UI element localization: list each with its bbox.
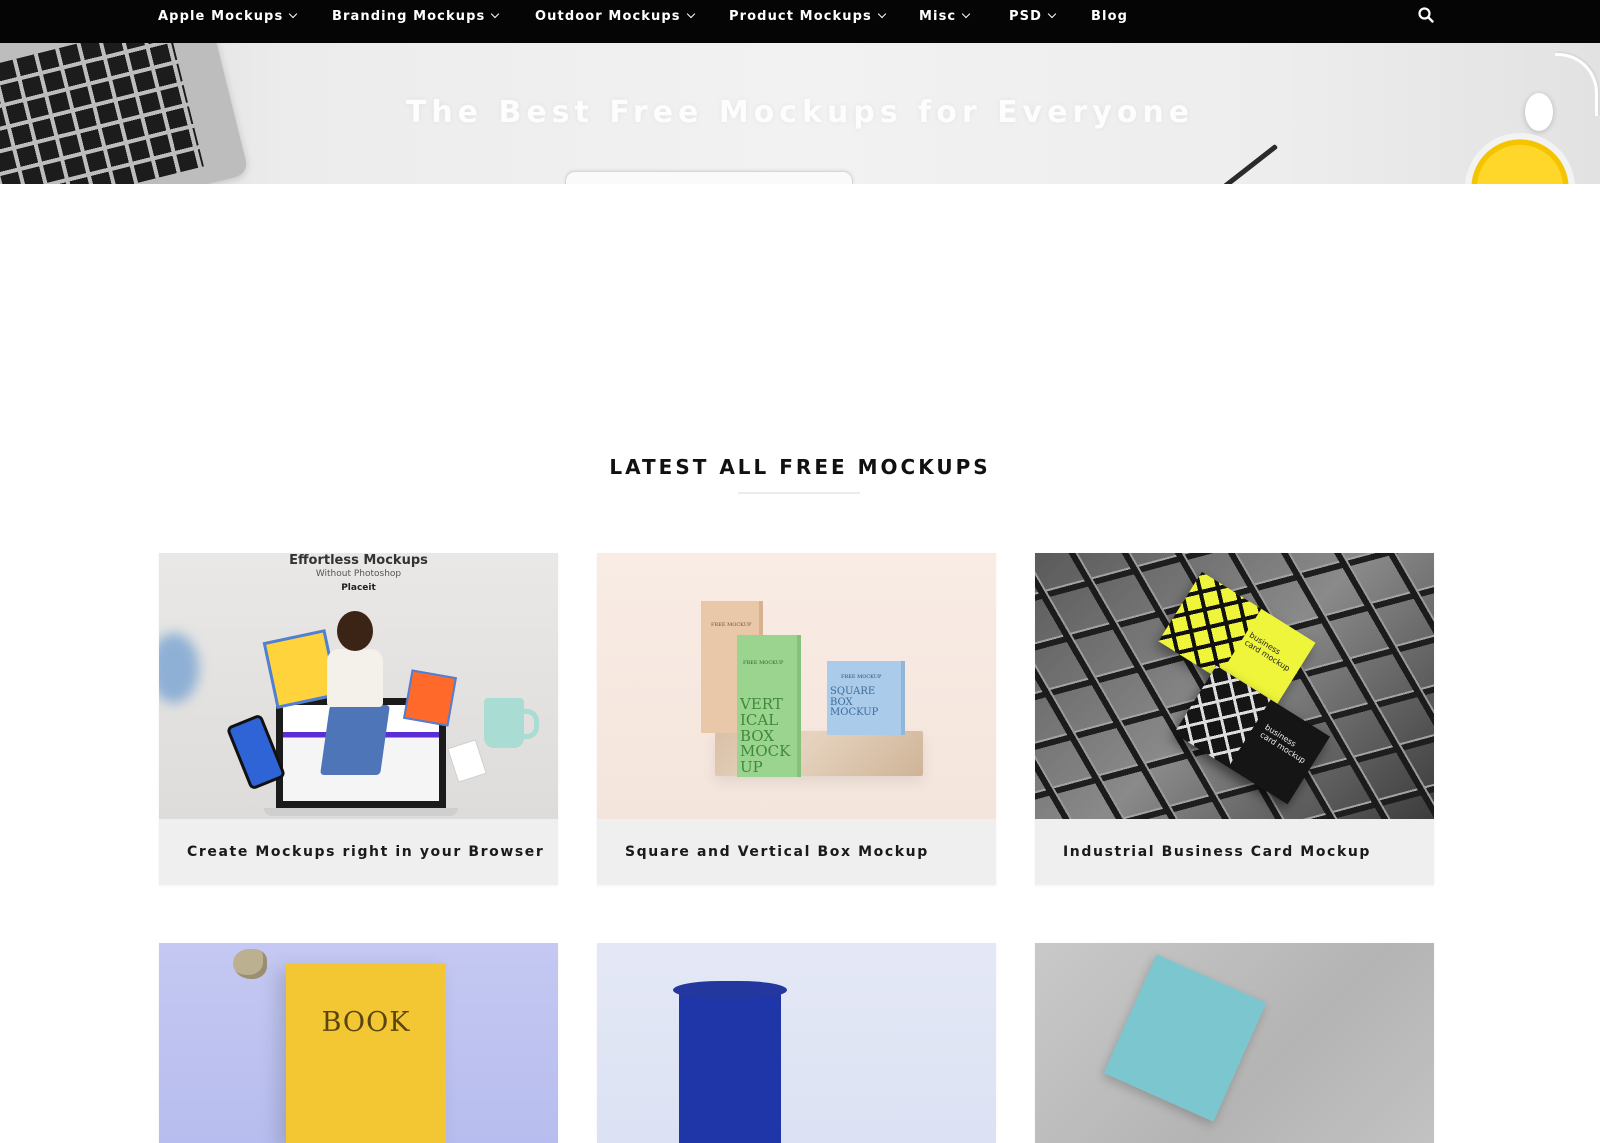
nav-item-label: Outdoor Mockups: [535, 8, 681, 24]
card-thumbnail[interactable]: Effortless Mockups Without Photoshop Pla…: [159, 553, 558, 819]
decor-blob: [159, 633, 199, 703]
mockup-card[interactable]: business card mockup business card mocku…: [1035, 553, 1434, 885]
card-text: business card mockup: [1258, 722, 1308, 766]
section-heading: LATEST ALL FREE MOCKUPS: [609, 455, 991, 479]
hero-title: The Best Free Mockups for Everyone: [405, 95, 1195, 130]
card-thumbnail[interactable]: [1035, 943, 1434, 1143]
nav-item-psd[interactable]: PSD: [1009, 6, 1057, 26]
nav-item-label: PSD: [1009, 8, 1042, 24]
person-image: [319, 611, 391, 801]
mockup-card[interactable]: BOOK: [159, 943, 558, 1143]
box-image: FREE MOCKUP SQUARE BOX MOCKUP: [827, 661, 901, 735]
mockup-card[interactable]: [597, 943, 996, 1143]
box-label: FREE MOCKUP: [841, 674, 882, 680]
chevron-down-icon: [289, 9, 298, 19]
card-text: business card mockup: [1243, 630, 1292, 673]
chevron-down-icon: [491, 9, 500, 19]
chevron-down-icon: [1047, 9, 1057, 19]
card-thumbnail[interactable]: [597, 943, 996, 1143]
top-navigation-bar: Apple Mockups Branding Mockups Outdoor M…: [0, 0, 1600, 43]
nav-item-label: Branding Mockups: [332, 8, 486, 24]
nav-item-outdoor-mockups[interactable]: Outdoor Mockups: [535, 6, 695, 26]
card-title[interactable]: Square and Vertical Box Mockup: [597, 819, 996, 885]
card-thumbnail[interactable]: FREE MOCKUP FREE MOCKUP VERT ICAL BOX MO…: [597, 553, 996, 819]
chevron-down-icon: [686, 9, 695, 19]
laptop-base: [264, 808, 458, 816]
box-label: FREE MOCKUP: [743, 660, 784, 666]
chevron-down-icon: [962, 9, 971, 19]
nav-item-misc[interactable]: Misc: [919, 6, 971, 26]
book-image: BOOK: [286, 963, 446, 1143]
box-text: VERT ICAL BOX MOCK UP: [740, 695, 791, 776]
laptop-image: [565, 171, 853, 184]
mockup-card[interactable]: FREE MOCKUP FREE MOCKUP VERT ICAL BOX MO…: [597, 553, 996, 885]
mug-image: [484, 698, 524, 748]
nav-item-label: Product Mockups: [729, 8, 872, 24]
tag-image: [447, 739, 487, 783]
card-title[interactable]: Industrial Business Card Mockup: [1035, 819, 1434, 885]
card-thumbnail[interactable]: BOOK: [159, 943, 558, 1143]
hero-banner: The Best Free Mockups for Everyone: [0, 43, 1600, 184]
search-icon: [1418, 7, 1434, 23]
thumb-heading: Effortless Mockups: [289, 553, 428, 568]
pencil-image: [1211, 143, 1279, 184]
cup-lid: [673, 981, 787, 999]
box-text: SQUARE BOX MOCKUP: [830, 686, 879, 718]
heading-divider: [738, 492, 860, 494]
thumb-subheading: Without Photoshop: [315, 569, 402, 579]
mockup-card[interactable]: Effortless Mockups Without Photoshop Pla…: [159, 553, 558, 885]
nav-item-label: Blog: [1091, 8, 1129, 24]
nav-item-apple-mockups[interactable]: Apple Mockups: [158, 6, 298, 26]
frame-image: [403, 669, 457, 727]
chevron-down-icon: [877, 9, 887, 19]
nav-item-branding-mockups[interactable]: Branding Mockups: [332, 6, 500, 26]
card-title[interactable]: Create Mockups right in your Browser: [159, 819, 558, 885]
juice-glass-image: [1465, 133, 1575, 184]
coffee-cup-image: [679, 985, 781, 1143]
mockup-card[interactable]: [1035, 943, 1434, 1143]
box-image: FREE MOCKUP VERT ICAL BOX MOCK UP: [737, 635, 797, 777]
rock-image: [233, 949, 267, 979]
thumb-brand: Placeit: [341, 583, 376, 593]
card-thumbnail[interactable]: business card mockup business card mocku…: [1035, 553, 1434, 819]
search-button[interactable]: [1417, 6, 1435, 24]
nav-item-product-mockups[interactable]: Product Mockups: [729, 6, 887, 26]
nav-item-label: Misc: [919, 8, 957, 24]
nav-item-label: Apple Mockups: [158, 8, 284, 24]
nav-item-blog[interactable]: Blog: [1091, 6, 1128, 26]
box-label: FREE MOCKUP: [711, 622, 752, 628]
paper-sheet-image: [1103, 954, 1267, 1122]
book-text: BOOK: [321, 1007, 411, 1038]
